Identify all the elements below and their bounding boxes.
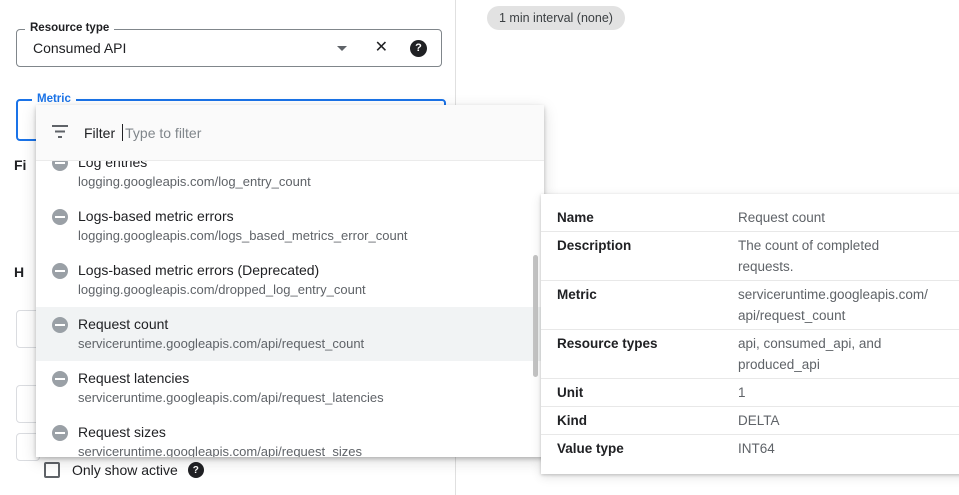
- details-label: Description: [557, 235, 738, 277]
- metric-kind-icon: [52, 317, 68, 333]
- details-label: Resource types: [557, 333, 738, 375]
- text-cursor: [122, 124, 123, 141]
- metric-dropdown-menu: Filter Log entries logging.googleapis.co…: [36, 105, 544, 457]
- details-row: Metric serviceruntime.googleapis.com/api…: [541, 281, 959, 330]
- metric-title: Request count: [78, 314, 364, 334]
- resource-type-value: Consumed API: [33, 40, 337, 56]
- metric-list-item[interactable]: Request sizes serviceruntime.googleapis.…: [36, 415, 544, 457]
- metric-list-item-selected[interactable]: Request count serviceruntime.googleapis.…: [36, 307, 544, 361]
- details-row: Description The count of completed reque…: [541, 232, 959, 281]
- metric-title: Request sizes: [78, 422, 362, 442]
- details-row: Unit 1: [541, 379, 959, 407]
- metric-id: logging.googleapis.com/log_entry_count: [78, 172, 311, 192]
- metric-filter-bar[interactable]: Filter: [36, 105, 544, 161]
- metric-id: logging.googleapis.com/logs_based_metric…: [78, 226, 408, 246]
- scrollbar-thumb[interactable]: [533, 255, 538, 377]
- details-label: Name: [557, 207, 738, 228]
- metric-list-item[interactable]: Logs-based metric errors logging.googlea…: [36, 199, 544, 253]
- interval-chip-label: 1 min interval (none): [499, 11, 613, 25]
- metric-id: serviceruntime.googleapis.com/api/reques…: [78, 388, 384, 408]
- details-value: 1: [738, 382, 935, 403]
- metric-id: logging.googleapis.com/dropped_log_entry…: [78, 280, 366, 300]
- metric-list: Log entries logging.googleapis.com/log_e…: [36, 161, 544, 457]
- chevron-down-icon[interactable]: [337, 46, 347, 51]
- interval-chip[interactable]: 1 min interval (none): [487, 6, 625, 30]
- metric-title: Request latencies: [78, 368, 384, 388]
- metric-list-item[interactable]: Log entries logging.googleapis.com/log_e…: [36, 161, 544, 199]
- only-show-active-checkbox[interactable]: [44, 462, 60, 478]
- details-label: Metric: [557, 284, 738, 326]
- details-label: Value type: [557, 438, 738, 459]
- metric-kind-icon: [52, 209, 68, 225]
- metric-list-item[interactable]: Request latencies serviceruntime.googlea…: [36, 361, 544, 415]
- help-icon[interactable]: ?: [188, 462, 204, 478]
- details-row: Resource types api, consumed_api, and pr…: [541, 330, 959, 379]
- metric-filter-input[interactable]: [125, 125, 528, 141]
- filter-icon: [52, 124, 70, 142]
- only-show-active-label: Only show active: [72, 462, 178, 478]
- metric-list-item[interactable]: Logs-based metric errors (Deprecated) lo…: [36, 253, 544, 307]
- details-value: INT64: [738, 438, 935, 459]
- details-row: Kind DELTA: [541, 407, 959, 435]
- metric-title: Log entries: [78, 161, 311, 172]
- only-show-active-row: Only show active ?: [44, 462, 204, 478]
- metric-details-card: Name Request count Description The count…: [541, 194, 959, 474]
- filters-heading-clipped: Fi: [14, 157, 26, 173]
- details-row: Value type INT64: [541, 435, 959, 462]
- second-heading-clipped: H: [14, 264, 24, 280]
- metric-kind-icon: [52, 425, 68, 441]
- details-value: serviceruntime.googleapis.com/api/reques…: [738, 284, 935, 326]
- metric-label: Metric: [32, 93, 76, 105]
- metric-kind-icon: [52, 263, 68, 279]
- details-label: Kind: [557, 410, 738, 431]
- metric-kind-icon: [52, 371, 68, 387]
- filter-label: Filter: [84, 125, 115, 141]
- metric-id: serviceruntime.googleapis.com/api/reques…: [78, 442, 362, 457]
- details-label: Unit: [557, 382, 738, 403]
- metric-id: serviceruntime.googleapis.com/api/reques…: [78, 334, 364, 354]
- metric-kind-icon: [52, 161, 68, 171]
- resource-type-select[interactable]: Resource type Consumed API ✕ ?: [16, 29, 442, 67]
- details-value: DELTA: [738, 410, 935, 431]
- details-row: Name Request count: [541, 204, 959, 232]
- metric-title: Logs-based metric errors (Deprecated): [78, 260, 366, 280]
- details-value: api, consumed_api, and produced_api: [738, 333, 935, 375]
- details-value: Request count: [738, 207, 935, 228]
- resource-type-label: Resource type: [25, 22, 114, 34]
- help-icon[interactable]: ?: [410, 40, 427, 57]
- metric-title: Logs-based metric errors: [78, 206, 408, 226]
- details-value: The count of completed requests.: [738, 235, 935, 277]
- clear-icon[interactable]: ✕: [375, 40, 388, 56]
